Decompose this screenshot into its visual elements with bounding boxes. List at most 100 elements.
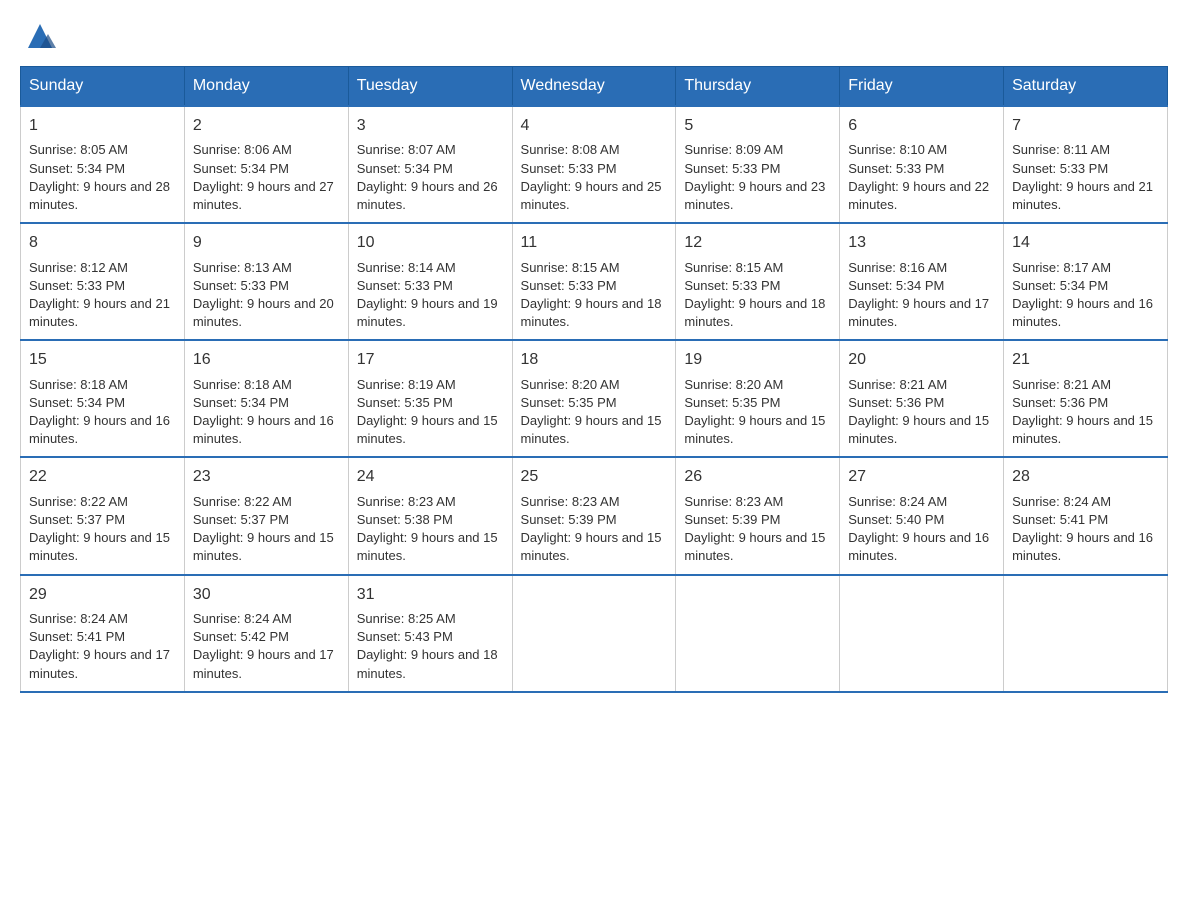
calendar-cell: 9 Sunrise: 8:13 AM Sunset: 5:33 PM Dayli… <box>184 223 348 340</box>
calendar-cell: 3 Sunrise: 8:07 AM Sunset: 5:34 PM Dayli… <box>348 106 512 223</box>
sunset-label: Sunset: 5:34 PM <box>848 278 944 293</box>
daylight-label: Daylight: 9 hours and 21 minutes. <box>1012 179 1153 212</box>
calendar-week-row: 1 Sunrise: 8:05 AM Sunset: 5:34 PM Dayli… <box>21 106 1168 223</box>
daylight-label: Daylight: 9 hours and 23 minutes. <box>684 179 825 212</box>
sunrise-label: Sunrise: 8:05 AM <box>29 142 128 157</box>
daylight-label: Daylight: 9 hours and 18 minutes. <box>684 296 825 329</box>
sunrise-label: Sunrise: 8:24 AM <box>1012 494 1111 509</box>
calendar-week-row: 15 Sunrise: 8:18 AM Sunset: 5:34 PM Dayl… <box>21 340 1168 457</box>
sunset-label: Sunset: 5:40 PM <box>848 512 944 527</box>
sunrise-label: Sunrise: 8:25 AM <box>357 611 456 626</box>
sunrise-label: Sunrise: 8:14 AM <box>357 260 456 275</box>
sunrise-label: Sunrise: 8:09 AM <box>684 142 783 157</box>
day-number: 31 <box>357 584 504 606</box>
daylight-label: Daylight: 9 hours and 28 minutes. <box>29 179 170 212</box>
day-number: 16 <box>193 349 340 371</box>
daylight-label: Daylight: 9 hours and 15 minutes. <box>684 530 825 563</box>
calendar-cell: 24 Sunrise: 8:23 AM Sunset: 5:38 PM Dayl… <box>348 457 512 574</box>
day-number: 30 <box>193 584 340 606</box>
sunrise-label: Sunrise: 8:23 AM <box>357 494 456 509</box>
sunrise-label: Sunrise: 8:24 AM <box>193 611 292 626</box>
daylight-label: Daylight: 9 hours and 16 minutes. <box>29 413 170 446</box>
day-number: 23 <box>193 466 340 488</box>
calendar-cell: 5 Sunrise: 8:09 AM Sunset: 5:33 PM Dayli… <box>676 106 840 223</box>
calendar-day-header: Saturday <box>1004 67 1168 107</box>
daylight-label: Daylight: 9 hours and 15 minutes. <box>357 530 498 563</box>
daylight-label: Daylight: 9 hours and 17 minutes. <box>29 647 170 680</box>
daylight-label: Daylight: 9 hours and 15 minutes. <box>521 530 662 563</box>
calendar-week-row: 8 Sunrise: 8:12 AM Sunset: 5:33 PM Dayli… <box>21 223 1168 340</box>
calendar-cell <box>840 575 1004 692</box>
sunset-label: Sunset: 5:34 PM <box>193 161 289 176</box>
sunrise-label: Sunrise: 8:13 AM <box>193 260 292 275</box>
sunrise-label: Sunrise: 8:22 AM <box>29 494 128 509</box>
sunset-label: Sunset: 5:34 PM <box>357 161 453 176</box>
daylight-label: Daylight: 9 hours and 15 minutes. <box>1012 413 1153 446</box>
daylight-label: Daylight: 9 hours and 15 minutes. <box>684 413 825 446</box>
sunrise-label: Sunrise: 8:23 AM <box>521 494 620 509</box>
daylight-label: Daylight: 9 hours and 16 minutes. <box>1012 296 1153 329</box>
sunrise-label: Sunrise: 8:23 AM <box>684 494 783 509</box>
sunset-label: Sunset: 5:35 PM <box>684 395 780 410</box>
day-number: 24 <box>357 466 504 488</box>
calendar-table: SundayMondayTuesdayWednesdayThursdayFrid… <box>20 66 1168 693</box>
daylight-label: Daylight: 9 hours and 27 minutes. <box>193 179 334 212</box>
calendar-cell <box>512 575 676 692</box>
day-number: 9 <box>193 232 340 254</box>
calendar-cell: 30 Sunrise: 8:24 AM Sunset: 5:42 PM Dayl… <box>184 575 348 692</box>
sunset-label: Sunset: 5:39 PM <box>684 512 780 527</box>
sunrise-label: Sunrise: 8:21 AM <box>1012 377 1111 392</box>
day-number: 6 <box>848 115 995 137</box>
daylight-label: Daylight: 9 hours and 15 minutes. <box>29 530 170 563</box>
daylight-label: Daylight: 9 hours and 15 minutes. <box>848 413 989 446</box>
calendar-cell: 28 Sunrise: 8:24 AM Sunset: 5:41 PM Dayl… <box>1004 457 1168 574</box>
sunset-label: Sunset: 5:33 PM <box>193 278 289 293</box>
daylight-label: Daylight: 9 hours and 26 minutes. <box>357 179 498 212</box>
sunset-label: Sunset: 5:33 PM <box>684 161 780 176</box>
calendar-cell: 26 Sunrise: 8:23 AM Sunset: 5:39 PM Dayl… <box>676 457 840 574</box>
sunrise-label: Sunrise: 8:21 AM <box>848 377 947 392</box>
calendar-cell: 25 Sunrise: 8:23 AM Sunset: 5:39 PM Dayl… <box>512 457 676 574</box>
calendar-cell: 10 Sunrise: 8:14 AM Sunset: 5:33 PM Dayl… <box>348 223 512 340</box>
calendar-header-row: SundayMondayTuesdayWednesdayThursdayFrid… <box>21 67 1168 107</box>
calendar-cell: 20 Sunrise: 8:21 AM Sunset: 5:36 PM Dayl… <box>840 340 1004 457</box>
sunset-label: Sunset: 5:42 PM <box>193 629 289 644</box>
day-number: 12 <box>684 232 831 254</box>
day-number: 22 <box>29 466 176 488</box>
daylight-label: Daylight: 9 hours and 17 minutes. <box>193 647 334 680</box>
sunset-label: Sunset: 5:41 PM <box>1012 512 1108 527</box>
daylight-label: Daylight: 9 hours and 16 minutes. <box>848 530 989 563</box>
calendar-cell: 17 Sunrise: 8:19 AM Sunset: 5:35 PM Dayl… <box>348 340 512 457</box>
sunrise-label: Sunrise: 8:06 AM <box>193 142 292 157</box>
sunrise-label: Sunrise: 8:12 AM <box>29 260 128 275</box>
day-number: 19 <box>684 349 831 371</box>
calendar-cell: 4 Sunrise: 8:08 AM Sunset: 5:33 PM Dayli… <box>512 106 676 223</box>
calendar-week-row: 29 Sunrise: 8:24 AM Sunset: 5:41 PM Dayl… <box>21 575 1168 692</box>
day-number: 18 <box>521 349 668 371</box>
day-number: 8 <box>29 232 176 254</box>
day-number: 7 <box>1012 115 1159 137</box>
sunrise-label: Sunrise: 8:15 AM <box>684 260 783 275</box>
day-number: 14 <box>1012 232 1159 254</box>
day-number: 26 <box>684 466 831 488</box>
sunrise-label: Sunrise: 8:19 AM <box>357 377 456 392</box>
calendar-cell: 23 Sunrise: 8:22 AM Sunset: 5:37 PM Dayl… <box>184 457 348 574</box>
sunrise-label: Sunrise: 8:17 AM <box>1012 260 1111 275</box>
calendar-week-row: 22 Sunrise: 8:22 AM Sunset: 5:37 PM Dayl… <box>21 457 1168 574</box>
day-number: 25 <box>521 466 668 488</box>
sunset-label: Sunset: 5:34 PM <box>193 395 289 410</box>
sunset-label: Sunset: 5:35 PM <box>521 395 617 410</box>
sunrise-label: Sunrise: 8:22 AM <box>193 494 292 509</box>
calendar-cell: 16 Sunrise: 8:18 AM Sunset: 5:34 PM Dayl… <box>184 340 348 457</box>
calendar-cell: 12 Sunrise: 8:15 AM Sunset: 5:33 PM Dayl… <box>676 223 840 340</box>
day-number: 10 <box>357 232 504 254</box>
calendar-cell: 6 Sunrise: 8:10 AM Sunset: 5:33 PM Dayli… <box>840 106 1004 223</box>
daylight-label: Daylight: 9 hours and 16 minutes. <box>1012 530 1153 563</box>
sunset-label: Sunset: 5:33 PM <box>521 278 617 293</box>
calendar-cell: 14 Sunrise: 8:17 AM Sunset: 5:34 PM Dayl… <box>1004 223 1168 340</box>
daylight-label: Daylight: 9 hours and 15 minutes. <box>357 413 498 446</box>
daylight-label: Daylight: 9 hours and 22 minutes. <box>848 179 989 212</box>
day-number: 15 <box>29 349 176 371</box>
sunset-label: Sunset: 5:33 PM <box>684 278 780 293</box>
calendar-cell: 8 Sunrise: 8:12 AM Sunset: 5:33 PM Dayli… <box>21 223 185 340</box>
